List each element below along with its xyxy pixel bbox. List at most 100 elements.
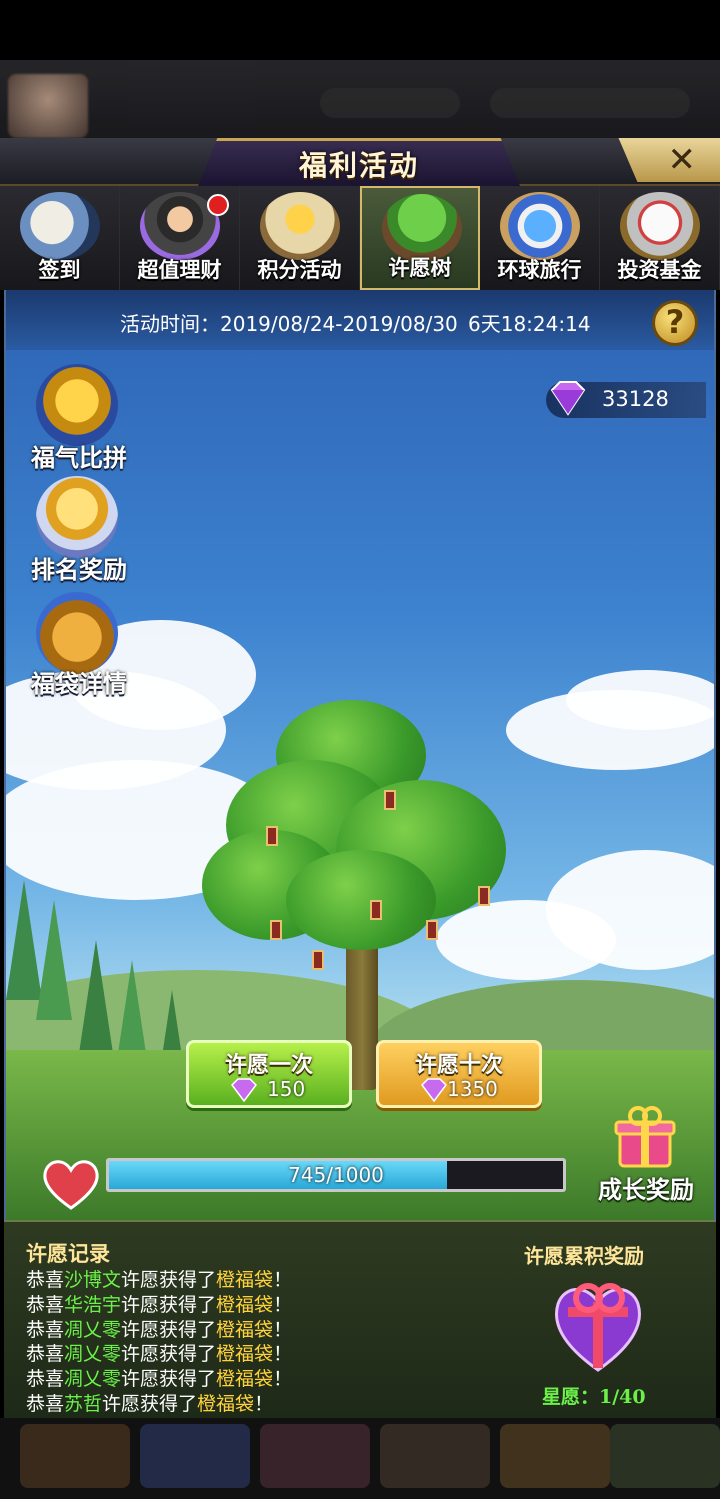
notification-badge [207,194,229,216]
blurred-icon [500,1424,610,1488]
close-icon: ✕ [667,140,697,180]
lucky-bag-icon [36,592,118,674]
heart-gift-icon[interactable] [548,1272,648,1376]
wish-charm [312,950,324,970]
diamond-balance: 33128 [546,381,706,418]
record-prefix: 恭喜 [26,1368,65,1391]
tab-travel[interactable]: 环球旅行 [480,186,600,290]
record-entry: 恭喜沙博文许愿获得了橙福袋！ [26,1268,292,1293]
record-prefix: 恭喜 [26,1392,65,1415]
wish-charm [384,790,396,810]
wish-once-button[interactable]: 许愿一次 150 [186,1040,352,1108]
accumulate-reward-title: 许愿累积奖励 [524,1244,644,1268]
growth-reward-label: 成长奖励 [598,1176,694,1204]
record-entry: 恭喜华浩宇许愿获得了橙福袋！ [26,1293,292,1318]
record-suffix: ！ [254,1392,274,1415]
title-bar: 福利活动 [0,138,720,186]
wish-charm [270,920,282,940]
lucky-compare-button[interactable]: 福气比拼 [22,364,136,474]
diamond-icon [421,1078,447,1103]
status-bar [0,0,720,60]
wish-charm [370,900,382,920]
record-middle: 许愿获得了 [121,1343,217,1366]
activity-time: 活动时间：2019/08/24-2019/08/30 [120,312,458,336]
help-icon: ? [665,303,685,341]
pine-tree [36,900,72,1020]
wish-charm [266,826,278,846]
background-bottom-bar [0,1418,720,1499]
points-icon [260,192,340,260]
page-title: 福利活动 [298,149,419,182]
record-name: 凋乂零 [64,1368,122,1391]
record-middle: 许愿获得了 [102,1392,198,1415]
growth-reward-button[interactable]: 成长奖励 [586,1104,706,1214]
record-suffix: ！ [273,1318,293,1341]
record-suffix: ！ [273,1269,293,1291]
record-middle: 许愿获得了 [121,1269,217,1291]
record-entry: 恭喜凋乂零许愿获得了橙福袋！ [26,1342,292,1367]
record-entry: 恭喜苏哲许愿获得了橙福袋！ [26,1392,292,1417]
wish-ten-button[interactable]: 许愿十次 1350 [376,1040,542,1108]
star-rank-icon [36,476,118,558]
trophy-icon [36,364,118,446]
tab-label: 环球旅行 [497,258,582,282]
record-entry: 恭喜凋乂零许愿获得了橙福袋！ [26,1318,292,1343]
record-entry: 恭喜凋乂零许愿获得了橙福袋！ [26,1367,292,1392]
side-button-label: 福袋详情 [31,670,127,698]
diamond-icon [550,381,586,416]
record-item: 橙福袋 [216,1368,274,1391]
gift-box-icon [614,1106,676,1168]
record-suffix: ！ [273,1343,293,1366]
record-middle: 许愿获得了 [121,1293,217,1316]
wish-charm [426,920,438,940]
blurred-icon [20,1424,130,1488]
record-prefix: 恭喜 [26,1269,65,1291]
title-plate: 福利活动 [198,138,520,186]
record-middle: 许愿获得了 [121,1318,217,1341]
blurred-icon [140,1424,250,1488]
blurred-icon [260,1424,370,1488]
pine-tree [78,940,114,1060]
lucky-bag-detail-button[interactable]: 福袋详情 [22,592,136,702]
wish-tree-panel: 活动时间：2019/08/24-2019/08/30 6天18:24:14 ? … [4,290,716,1220]
blurred-avatar [8,74,88,138]
tab-points[interactable]: 积分活动 [240,186,360,290]
tab-label: 投资基金 [617,258,702,282]
travel-icon [500,192,580,260]
cloud [436,900,616,980]
wish-once-cost: 150 [267,1077,306,1101]
help-button[interactable]: ? [652,300,698,346]
tab-wish-tree[interactable]: 许愿树 [360,186,480,290]
record-item: 橙福袋 [216,1318,274,1341]
heart-icon [43,1160,99,1210]
blurred-icon [380,1424,490,1488]
record-name: 凋乂零 [64,1343,122,1366]
record-title: 许愿记录 [26,1242,110,1266]
record-name: 华浩宇 [64,1293,122,1316]
tab-fund[interactable]: 投资基金 [600,186,720,290]
record-suffix: ！ [273,1368,293,1391]
record-middle: 许愿获得了 [121,1368,217,1391]
blurred-icon [610,1424,720,1488]
rank-reward-button[interactable]: 排名奖励 [22,476,136,586]
side-button-label: 福气比拼 [31,444,127,472]
record-prefix: 恭喜 [26,1343,65,1366]
tab-sign-in[interactable]: 签到 [0,186,120,290]
tab-label: 签到 [38,258,81,282]
diamond-icon [231,1078,257,1103]
tab-label: 积分活动 [257,258,342,282]
record-prefix: 恭喜 [26,1293,65,1316]
diamond-count: 33128 [602,387,669,411]
wish-progress-bar: 745/1000 [106,1158,566,1192]
record-suffix: ！ [273,1293,293,1316]
wish-tree-crown [286,850,436,950]
wish-once-label: 许愿一次 [224,1053,313,1078]
record-name: 凋乂零 [64,1318,122,1341]
record-item: 橙福袋 [216,1343,274,1366]
fund-icon [620,192,700,260]
progress-text: 745/1000 [288,1163,384,1187]
record-name: 苏哲 [64,1392,103,1415]
background-game-header [0,60,720,138]
tab-bar: 签到 超值理财 积分活动 许愿树 环球旅行 投资基金 [0,186,720,290]
blurred-pill [320,88,460,118]
